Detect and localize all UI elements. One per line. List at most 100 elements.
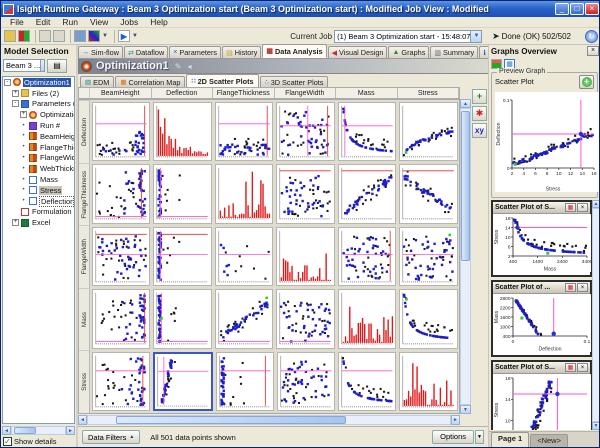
matrix-column-mass[interactable]: Mass bbox=[336, 88, 398, 98]
copy-icon[interactable] bbox=[39, 30, 51, 42]
graph-thumbnail-2[interactable]: Scatter Plot of ...▦×2800220016001000400… bbox=[491, 280, 592, 357]
matrix-cell-mass-beamheight[interactable] bbox=[92, 289, 151, 349]
page-tab-new[interactable]: <New> bbox=[530, 434, 568, 447]
matrix-column-flangethickness[interactable]: FlangeThickness bbox=[213, 88, 275, 98]
matrix-cell-deflection-mass[interactable] bbox=[338, 102, 397, 162]
run-dropdown-icon[interactable]: ▼ bbox=[132, 33, 138, 39]
data-filters-button[interactable]: Data Filters▲ bbox=[82, 430, 140, 444]
chevron-down-icon[interactable]: ▼ bbox=[470, 31, 481, 42]
tree-item-excel[interactable]: +Excel bbox=[3, 217, 74, 228]
tree-item-files-2[interactable]: +Files (2) bbox=[3, 88, 74, 99]
edit-icon[interactable]: ✎ bbox=[175, 62, 182, 71]
scroll-left-icon[interactable]: ◄ bbox=[2, 426, 11, 435]
thumbnail-close-icon[interactable]: × bbox=[577, 283, 588, 292]
close-button[interactable]: × bbox=[585, 3, 599, 15]
matrix-cell-mass-flangewidth[interactable] bbox=[276, 289, 335, 349]
matrix-cell-flangethickness-mass[interactable] bbox=[338, 164, 397, 224]
scroll-down-icon[interactable]: ▼ bbox=[460, 405, 471, 414]
matrix-cell-flangethickness-beamheight[interactable] bbox=[92, 164, 151, 224]
matrix-cell-flangewidth-stress[interactable] bbox=[399, 227, 458, 287]
expand-icon[interactable]: + bbox=[20, 111, 27, 118]
matrix-cell-stress-beamheight[interactable] bbox=[92, 352, 150, 412]
collapse-icon[interactable]: - bbox=[12, 100, 19, 107]
show-details-checkbox[interactable]: ✓ bbox=[3, 437, 12, 446]
matrix-column-flangewidth[interactable]: FlangeWidth bbox=[275, 88, 337, 98]
back-arrow-icon[interactable]: ◂ bbox=[187, 62, 191, 71]
palette-dropdown-icon[interactable]: ▼ bbox=[102, 33, 108, 39]
scroll-down-icon[interactable]: ▼ bbox=[592, 422, 600, 430]
matrix-cell-stress-stress[interactable] bbox=[399, 352, 457, 412]
matrix-column-beamheight[interactable]: BeamHeight bbox=[90, 88, 152, 98]
subtab-correlation-map[interactable]: ▦Correlation Map bbox=[115, 76, 185, 87]
refresh-icon[interactable]: ↻ bbox=[585, 30, 598, 43]
table-mode-icon[interactable]: ▦ bbox=[504, 59, 515, 69]
matrix-cell-flangewidth-beamheight[interactable] bbox=[92, 227, 151, 287]
expand-icon[interactable]: + bbox=[12, 219, 19, 226]
tab-dataflow[interactable]: ⇄Dataflow bbox=[124, 46, 168, 58]
matrix-cell-flangethickness-flangethickness[interactable] bbox=[215, 164, 274, 224]
minimize-button[interactable]: _ bbox=[555, 3, 569, 15]
matrix-cell-deflection-deflection[interactable] bbox=[153, 102, 212, 162]
subtab-3d-scatter-plots[interactable]: ∴3D Scatter Plots bbox=[260, 76, 329, 87]
tab-data-analysis[interactable]: ▦Data Analysis bbox=[262, 44, 326, 58]
tab-sim-flow[interactable]: →Sim-flow bbox=[78, 46, 123, 58]
matrix-cell-mass-stress[interactable] bbox=[399, 289, 458, 349]
thumbnail-graph-icon[interactable]: ▦ bbox=[565, 203, 576, 212]
menu-view[interactable]: View bbox=[84, 17, 114, 27]
menu-help[interactable]: Help bbox=[144, 17, 173, 27]
matrix-cell-stress-deflection[interactable] bbox=[153, 352, 213, 412]
subtab-edm[interactable]: ▧EDM bbox=[80, 76, 114, 87]
tree-item-parameters-22[interactable]: -Parameters (22) bbox=[3, 99, 74, 110]
matrix-vertical-scrollbar[interactable]: ▲ ▼ bbox=[460, 99, 471, 414]
palette-icon[interactable] bbox=[88, 30, 100, 42]
tree-item-formulation[interactable]: Formulation bbox=[3, 207, 74, 218]
run-job-icon[interactable]: ▶ bbox=[118, 30, 130, 42]
tree-item-beamheight[interactable]: •BeamHeight bbox=[3, 131, 74, 142]
matrix-cell-deflection-beamheight[interactable] bbox=[92, 102, 151, 162]
graph-thumbnail-3[interactable]: Scatter Plot of S...▦×1814106Stress bbox=[491, 360, 592, 430]
matrix-cell-stress-flangewidth[interactable] bbox=[277, 352, 335, 412]
model-select[interactable]: Beam 3 ... ▼ bbox=[3, 59, 45, 72]
tree-item-optimizatio[interactable]: +Optimizatio bbox=[3, 109, 74, 120]
tab-summary[interactable]: ▥Summary bbox=[430, 46, 478, 58]
thumbnail-graph-icon[interactable]: ▦ bbox=[565, 363, 576, 372]
scroll-right-icon[interactable]: ► bbox=[451, 415, 460, 425]
tab-parameters[interactable]: ×Parameters bbox=[169, 46, 221, 58]
menu-jobs[interactable]: Jobs bbox=[114, 17, 144, 27]
tree-item-mass[interactable]: •Mass bbox=[3, 174, 74, 185]
open-model-icon[interactable] bbox=[4, 30, 16, 42]
matrix-cell-flangewidth-flangethickness[interactable] bbox=[215, 227, 274, 287]
options-dropdown-icon[interactable]: ▼ bbox=[475, 430, 484, 444]
options-button[interactable]: Options bbox=[432, 430, 474, 444]
matrix-column-stress[interactable]: Stress bbox=[398, 88, 460, 98]
scroll-up-icon[interactable]: ▲ bbox=[592, 200, 600, 208]
close-panel-icon[interactable]: × bbox=[587, 46, 599, 56]
model-library-button[interactable]: ▤ bbox=[47, 59, 67, 73]
matrix-cell-flangethickness-stress[interactable] bbox=[399, 164, 458, 224]
matrix-cell-flangewidth-flangewidth[interactable] bbox=[276, 227, 335, 287]
scroll-up-icon[interactable]: ▲ bbox=[460, 99, 471, 108]
scroll-right-icon[interactable]: ► bbox=[66, 426, 75, 435]
matrix-cell-deflection-stress[interactable] bbox=[399, 102, 458, 162]
matrix-cell-stress-flangethickness[interactable] bbox=[216, 352, 274, 412]
swap-axes-button[interactable]: xy bbox=[472, 123, 487, 138]
tab-graphs[interactable]: ▲Graphs bbox=[388, 46, 429, 58]
matrix-cell-mass-mass[interactable] bbox=[338, 289, 397, 349]
add-preview-graph-button[interactable]: + bbox=[579, 75, 594, 89]
thumbnails-scrollbar[interactable]: ▲ ▼ bbox=[592, 200, 600, 430]
collapse-icon[interactable]: - bbox=[4, 79, 11, 86]
current-job-select[interactable]: (1) Beam 3 Optimization start - 15:48:07… bbox=[334, 30, 482, 43]
tab-history[interactable]: ▤History bbox=[222, 46, 261, 58]
title-bar[interactable]: Isight Runtime Gateway : Beam 3 Optimiza… bbox=[1, 1, 600, 17]
thumbnail-graph-icon[interactable]: ▦ bbox=[565, 283, 576, 292]
matrix-cell-flangewidth-mass[interactable] bbox=[338, 227, 397, 287]
tree-item-run[interactable]: •Run # bbox=[3, 120, 74, 131]
tree-item-flangewidt[interactable]: •FlangeWidt bbox=[3, 153, 74, 164]
scroll-left-icon[interactable]: ◄ bbox=[78, 415, 87, 425]
sidebar-horizontal-scrollbar[interactable]: ◄ ► bbox=[2, 426, 75, 435]
tab-visual-design[interactable]: ◀Visual Design bbox=[328, 46, 388, 58]
matrix-horizontal-scrollbar[interactable]: ◄ ► bbox=[78, 415, 460, 425]
subtab-2d-scatter-plots[interactable]: ∷2D Scatter Plots bbox=[186, 74, 258, 87]
graph-mode-icon[interactable] bbox=[491, 59, 502, 69]
chevron-down-icon[interactable]: ▼ bbox=[40, 60, 45, 71]
